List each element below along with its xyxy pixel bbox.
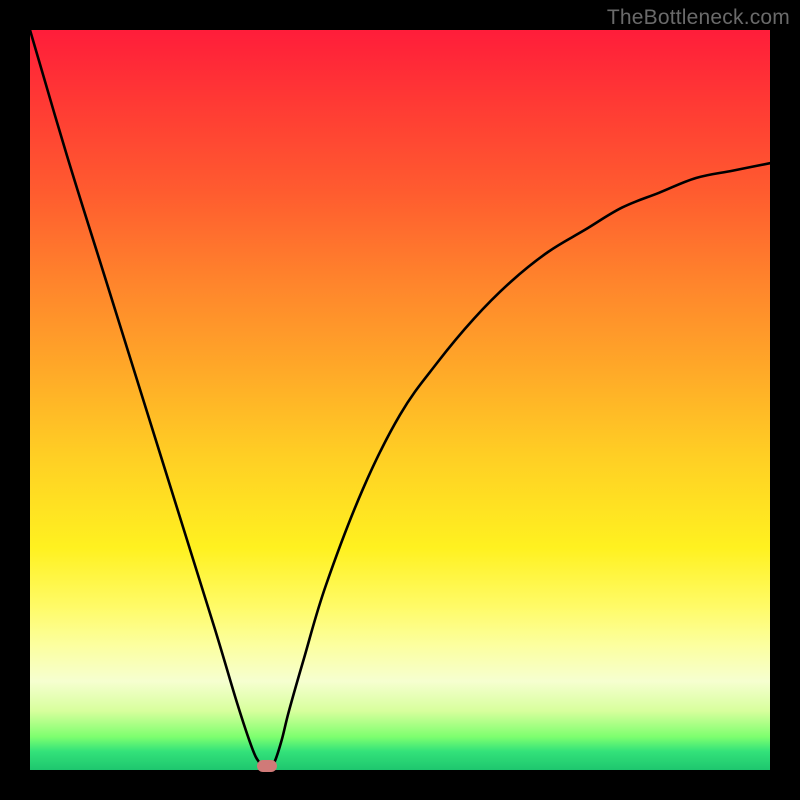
curve-svg <box>30 30 770 770</box>
chart-stage: TheBottleneck.com <box>0 0 800 800</box>
minimum-marker <box>257 760 277 772</box>
watermark-text: TheBottleneck.com <box>607 6 790 30</box>
bottleneck-curve <box>30 30 770 770</box>
plot-area <box>30 30 770 770</box>
